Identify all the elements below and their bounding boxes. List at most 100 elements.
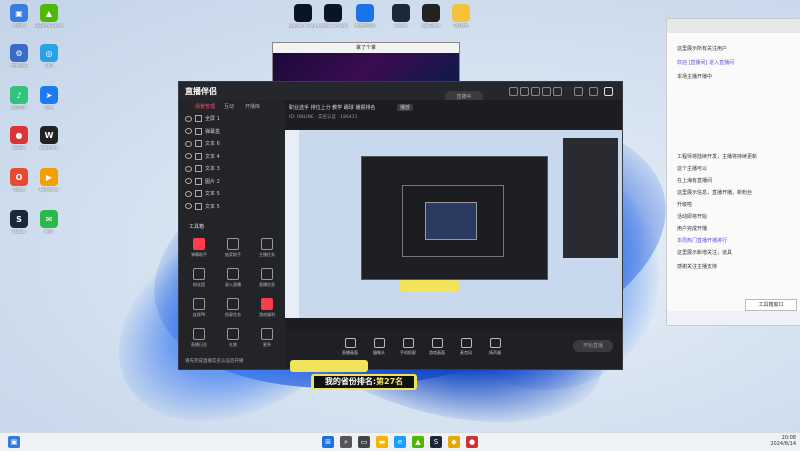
toolbox-title: 工具箱 — [189, 224, 205, 230]
tool-button[interactable]: 投屏任务 — [221, 298, 245, 318]
source-add-button[interactable]: 扬声器 — [484, 338, 506, 356]
desktop-icon[interactable]: ➤ 迅雷 — [34, 86, 64, 110]
start-live-button[interactable]: 开始直播 — [573, 340, 613, 352]
desktop-icon[interactable]: S Steam — [4, 210, 34, 234]
app-icon — [422, 4, 440, 22]
source-button-label: 游戏画面 — [429, 350, 445, 355]
desktop-icon[interactable]: ♪ QQ音乐 — [4, 86, 34, 110]
tool-button[interactable]: 弹幕助手 — [187, 238, 211, 258]
chat-message: 感谢关注主播支持 — [677, 264, 718, 270]
tool-button[interactable]: 礼物 — [221, 328, 245, 348]
desktop-icon[interactable]: League of Legends — [318, 4, 348, 28]
chat-message: 升级啦 — [677, 202, 693, 208]
preview-canvas[interactable] — [285, 130, 622, 318]
chat-footer-toolbar[interactable] — [667, 311, 800, 325]
desktop-icon[interactable]: Steam — [386, 4, 416, 28]
steam-icon[interactable]: S — [430, 436, 442, 448]
source-item[interactable]: 文本 6 — [185, 139, 220, 149]
eye-icon[interactable] — [185, 140, 192, 147]
tab-scenes[interactable]: 场景管理 — [195, 103, 215, 110]
app-icon: ✉ — [40, 210, 58, 228]
folder-icon[interactable]: ▬ — [376, 436, 388, 448]
tab-interact[interactable]: 互动 — [224, 103, 234, 110]
toolbox-float-label[interactable]: 工具箱窗口 — [745, 299, 797, 311]
app-icon: ▲ — [40, 4, 58, 22]
tab-library[interactable]: 开播库 — [245, 103, 260, 110]
desktop-icon[interactable]: ✉ 微信 — [34, 210, 64, 234]
eye-icon[interactable] — [185, 128, 192, 134]
source-add-button[interactable]: 手机投屏 — [397, 338, 419, 356]
start-icon[interactable]: ⊞ — [322, 436, 334, 448]
source-label: 文本 6 — [205, 141, 220, 147]
search-icon[interactable]: ⌕ — [340, 436, 352, 448]
desktop-icon[interactable]: League of Legends — [288, 4, 318, 28]
desktop-icon[interactable]: ▲GeForce Experience — [34, 4, 64, 28]
eye-icon[interactable] — [185, 203, 192, 209]
widgets-icon[interactable]: ▣ — [8, 436, 20, 448]
source-add-button[interactable]: 游戏画面 — [426, 338, 448, 356]
source-item[interactable]: 弹幕盒 — [185, 127, 220, 137]
eye-icon[interactable] — [185, 190, 192, 197]
settings-icon[interactable] — [509, 87, 518, 96]
desktop-icon[interactable]: QQ游戏 — [446, 4, 476, 28]
source-icon — [460, 338, 472, 348]
maximize-icon[interactable] — [589, 87, 598, 96]
source-type-icon — [195, 177, 202, 185]
nvidia-icon[interactable]: ▲ — [412, 436, 424, 448]
desktop-icon[interactable]: ⚙ 控制面板 — [4, 44, 34, 68]
help-icon[interactable] — [520, 87, 529, 96]
desktop-icon[interactable]: 雷神加速器 — [350, 4, 380, 28]
preview-chat-panel — [563, 138, 618, 258]
tool-button[interactable]: 抽奖助手 — [221, 238, 245, 258]
source-item[interactable]: 文本 5 — [185, 189, 220, 199]
source-add-button[interactable]: 摄像头 — [368, 338, 390, 356]
eye-icon[interactable] — [185, 165, 192, 172]
clock[interactable]: 20:08 2024/8/14 — [770, 435, 796, 447]
edge-icon[interactable]: e — [394, 436, 406, 448]
desktop-icon[interactable]: WeGame — [416, 4, 446, 28]
app-icon[interactable]: ● — [466, 436, 478, 448]
eye-icon[interactable] — [185, 153, 192, 159]
stream-badge[interactable]: 播放 — [397, 104, 414, 111]
tool-button[interactable]: 粉丝团 — [187, 268, 211, 288]
tool-label: 抽奖助手 — [225, 252, 241, 257]
tool-button[interactable]: 连线PK — [187, 298, 211, 318]
taskview-icon[interactable]: ▭ — [358, 436, 370, 448]
eye-icon[interactable] — [185, 178, 192, 184]
menu-icon[interactable] — [553, 87, 562, 96]
source-item[interactable]: 文本 3 — [185, 164, 220, 174]
tool-button[interactable]: 主播任务 — [255, 238, 279, 258]
tool-label: 直播日志 — [191, 342, 207, 347]
desktop-icon[interactable]: ◎ 360 — [34, 44, 64, 68]
source-item[interactable]: 图片 2 — [185, 177, 220, 187]
source-icon — [431, 338, 443, 348]
streaming-app-window[interactable]: 直播伴侣 直播中 场景管理 互动 开播库 全屏 1 弹幕盒 文本 6 文本 4 文本 3… — [178, 81, 623, 370]
eye-icon[interactable] — [185, 115, 192, 122]
source-item[interactable]: 文本 5 — [185, 202, 220, 212]
source-add-button[interactable]: 麦克风 — [455, 338, 477, 356]
tool-button[interactable]: 游戏福利 — [255, 298, 279, 318]
source-item[interactable]: 文本 4 — [185, 152, 220, 162]
chat-message: 在上海有直播间 — [677, 178, 713, 184]
tool-button[interactable]: 录入直播 — [221, 268, 245, 288]
desktop-icon[interactable]: O Office — [4, 168, 34, 192]
source-item[interactable]: 全屏 1 — [185, 114, 220, 124]
app-icon[interactable]: ◆ — [448, 436, 460, 448]
desktop-icon[interactable]: ▣ 此电脑 — [4, 4, 34, 28]
chat-message: 这个主播可以 — [677, 166, 708, 172]
source-label: 文本 3 — [205, 166, 220, 172]
source-label: 文本 5 — [205, 191, 220, 197]
desktop-icon[interactable]: ● 网易云 — [4, 126, 34, 150]
source-type-icon — [195, 202, 202, 210]
stream-title[interactable]: 职业选手 排位上分 教学 踢球 播报排名 — [289, 104, 375, 111]
close-icon[interactable] — [604, 87, 613, 96]
tool-button[interactable]: 直播信息 — [255, 268, 279, 288]
tool-button[interactable]: 更多 — [255, 328, 279, 348]
desktop-icon[interactable]: ▶ PotPlayer — [34, 168, 64, 192]
source-add-button[interactable]: 直播画面 — [339, 338, 361, 356]
skin-icon[interactable] — [542, 87, 551, 96]
tool-button[interactable]: 直播日志 — [187, 328, 211, 348]
desktop-icon[interactable]: W WeGame — [34, 126, 64, 150]
minimize-icon[interactable] — [574, 87, 583, 96]
message-icon[interactable] — [531, 87, 540, 96]
